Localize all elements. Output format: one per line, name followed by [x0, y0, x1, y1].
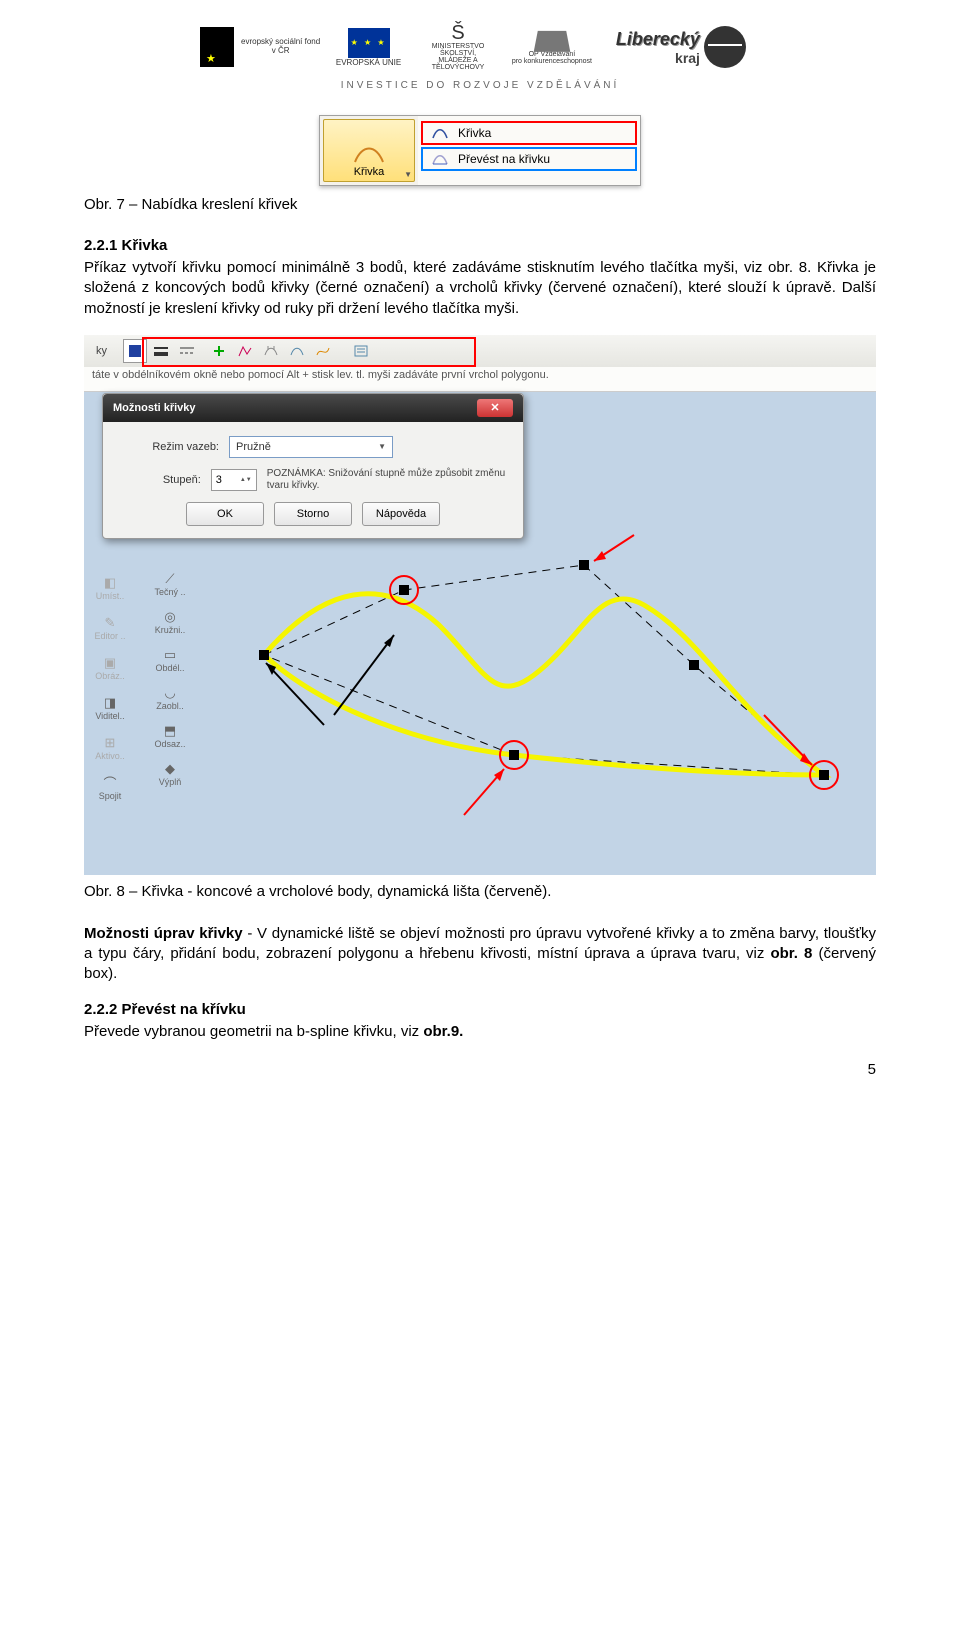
- curve-options-dialog: Možnosti křivky ✕ Režim vazeb: Pružně ▼ …: [102, 393, 524, 539]
- dialog-body: Režim vazeb: Pružně ▼ Stupeň: 3 ▲▼ POZNÁ…: [103, 422, 523, 538]
- select-rezim-vazeb[interactable]: Pružně ▼: [229, 436, 393, 458]
- esf-text: evropský sociální fond v ČR: [238, 38, 323, 56]
- figure7-caption: Obr. 7 – Nabídka kreslení křivek: [84, 196, 876, 213]
- storno-button[interactable]: Storno: [274, 502, 352, 526]
- side-kruzni[interactable]: ◎Kružni..: [155, 609, 186, 635]
- spinner-arrows-icon: ▲▼: [240, 477, 252, 483]
- tangent-icon: ⟋: [161, 571, 179, 587]
- logo-eu: EVROPSKÁ UNIE: [329, 18, 408, 76]
- heading-2-2-2: 2.2.2 Převést na křívku: [84, 1001, 876, 1018]
- curve-button-label: Křivka: [354, 166, 385, 178]
- lib-sub: kraj: [616, 50, 700, 66]
- figure8-caption: Obr. 8 – Křivka - koncové a vrcholové bo…: [84, 883, 876, 900]
- paragraph-1: Příkaz vytvoří křivku pomocí minimálně 3…: [84, 258, 876, 319]
- dialog-close-button[interactable]: ✕: [477, 399, 513, 417]
- red-highlight-box: [142, 337, 476, 367]
- image-icon: ▣: [101, 655, 119, 671]
- op-icon: [534, 31, 571, 52]
- ok-button[interactable]: OK: [186, 502, 264, 526]
- label-rezim-vazeb: Režim vazeb:: [119, 441, 219, 453]
- op-line1: OP Vzdělávání: [529, 51, 576, 58]
- para3-text: Převede vybranou geometrii na b-spline k…: [84, 1023, 423, 1040]
- side-aktivo[interactable]: ⊞Aktivo..: [95, 735, 125, 761]
- submenu-item-curve-label: Křivka: [458, 126, 491, 140]
- circle-icon: ◎: [161, 609, 179, 625]
- page-number: 5: [868, 1061, 876, 1078]
- paragraph-3: Převede vybranou geometrii na b-spline k…: [84, 1022, 876, 1042]
- hint-bar: táte v obdélníkovém okně nebo pomocí Alt…: [84, 367, 876, 392]
- sidebar-1: ◧Umíst.. ✎Editor .. ▣Obráz.. ◨Viditel.. …: [88, 575, 132, 801]
- para2-bold: Možnosti úprav křivky: [84, 925, 243, 942]
- eu-flag-icon: [348, 28, 390, 58]
- label-stupen: Stupeň:: [119, 474, 201, 486]
- side-tecny[interactable]: ⟋Tečný ..: [154, 571, 185, 597]
- side-spojit[interactable]: ⌒Spojit: [99, 775, 122, 801]
- side-umist[interactable]: ◧Umíst..: [96, 575, 125, 601]
- lib-circle-icon: [704, 26, 746, 68]
- sidebar-2: ⟋Tečný .. ◎Kružni.. ▭Obdél.. ◡Zaobl.. ⬒O…: [144, 571, 196, 787]
- header-logos: evropský sociální fond v ČR EVROPSKÁ UNI…: [200, 18, 760, 76]
- submenu-item-convert[interactable]: Převést na křivku: [422, 148, 636, 170]
- eu-text: EVROPSKÁ UNIE: [336, 58, 401, 67]
- submenu-item-convert-label: Převést na křivku: [458, 152, 550, 166]
- convert-curve-icon: [430, 151, 450, 167]
- msmt-line1: MINISTERSTVO ŠKOLSTVÍ,: [414, 43, 502, 57]
- heading-2-2-1: 2.2.1 Křivka: [84, 237, 876, 254]
- lib-text: Liberecký: [616, 29, 700, 50]
- para2-obr: obr. 8: [770, 945, 812, 962]
- form-note: POZNÁMKA: Snižování stupně může způsobit…: [267, 468, 507, 492]
- para3-obr: obr.9.: [423, 1023, 463, 1040]
- dropdown-icon: ▼: [404, 170, 412, 179]
- logo-esf: evropský sociální fond v ČR: [200, 18, 323, 76]
- fillet-icon: ◡: [161, 685, 179, 701]
- logo-op: OP Vzdělávání pro konkurenceschopnost: [508, 18, 596, 76]
- side-odsaz[interactable]: ⬒Odsaz..: [154, 723, 185, 749]
- curve-icon: [352, 142, 386, 166]
- curve-ribbon-button[interactable]: Křivka ▼: [323, 119, 415, 182]
- select-rezim-value: Pružně: [236, 441, 271, 453]
- fill-icon: ◆: [161, 761, 179, 777]
- visibility-icon: ◨: [101, 695, 119, 711]
- spinner-stupen-value: 3: [216, 474, 222, 486]
- side-editor[interactable]: ✎Editor ..: [94, 615, 125, 641]
- esf-icon: [200, 27, 234, 67]
- activate-icon: ⊞: [101, 735, 119, 751]
- side-zaobl[interactable]: ◡Zaobl..: [156, 685, 184, 711]
- side-viditel[interactable]: ◨Viditel..: [95, 695, 124, 721]
- join-icon: ⌒: [101, 775, 119, 791]
- napoveda-button[interactable]: Nápověda: [362, 502, 440, 526]
- op-line2: pro konkurenceschopnost: [512, 58, 592, 65]
- paragraph-2: Možnosti úprav křivky - V dynamické lišt…: [84, 924, 876, 985]
- dialog-title-text: Možnosti křivky: [113, 402, 196, 414]
- curve-submenu: Křivka Převést na křivku: [418, 116, 640, 185]
- rect-icon: ▭: [161, 647, 179, 663]
- side-obraz[interactable]: ▣Obráz..: [95, 655, 125, 681]
- msmt-icon: Š: [451, 23, 464, 43]
- spinner-stupen[interactable]: 3 ▲▼: [211, 469, 257, 491]
- chevron-down-icon: ▼: [378, 442, 386, 451]
- curve-small-icon: [430, 125, 450, 141]
- editor-icon: ✎: [101, 615, 119, 631]
- side-vypln[interactable]: ◆Výplň: [159, 761, 182, 787]
- place-icon: ◧: [101, 575, 119, 591]
- msmt-line2: MLÁDEŽE A TĚLOVÝCHOVY: [414, 57, 502, 71]
- curve-drawing: [204, 525, 864, 865]
- submenu-item-curve[interactable]: Křivka: [422, 122, 636, 144]
- curve-menu-snippet: Křivka ▼ Křivka Převést na křivku: [319, 115, 641, 186]
- logo-liberecky: Liberecký kraj: [602, 18, 760, 76]
- side-obdel[interactable]: ▭Obdél..: [155, 647, 184, 673]
- figure8: ky táte v obdélníkovém okně nebo pomocí …: [84, 335, 876, 875]
- header-tagline: INVESTICE DO ROZVOJE VZDĚLÁVÁNÍ: [0, 80, 960, 91]
- offset-icon: ⬒: [161, 723, 179, 739]
- logo-msmt: Š MINISTERSTVO ŠKOLSTVÍ, MLÁDEŽE A TĚLOV…: [414, 18, 502, 76]
- toolbar-tab: ky: [90, 345, 113, 357]
- dialog-titlebar: Možnosti křivky ✕: [103, 394, 523, 422]
